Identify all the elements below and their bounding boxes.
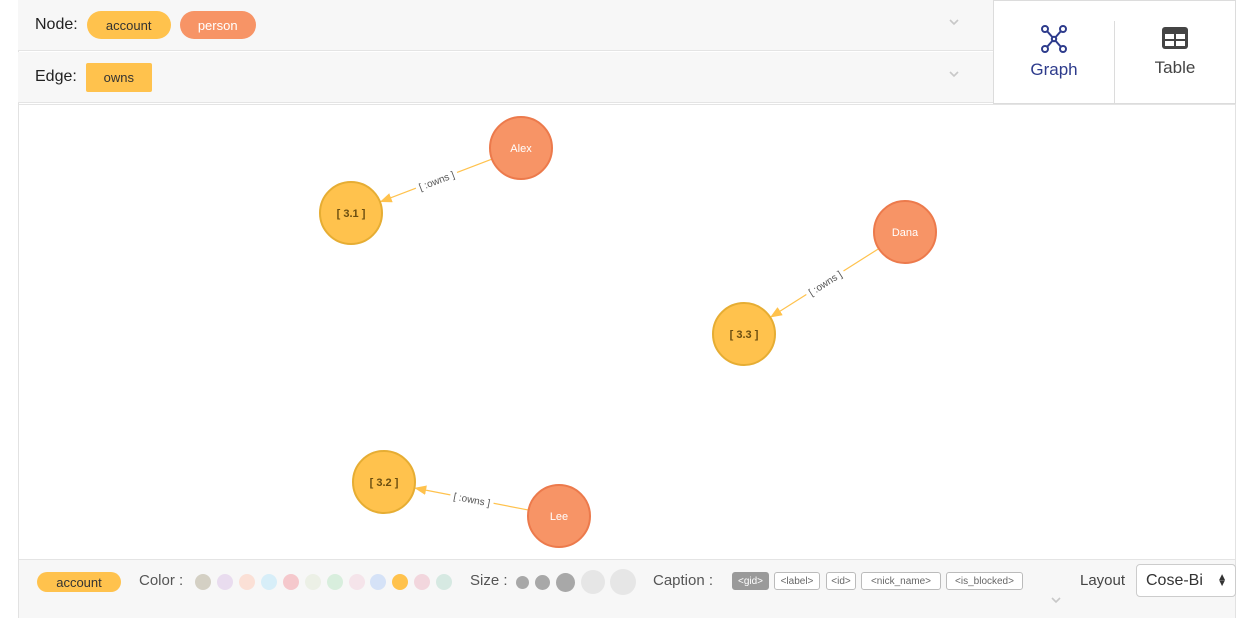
view-switch: Graph Table: [993, 0, 1236, 104]
layout-label: Layout: [1080, 572, 1126, 589]
caption-label: Caption :: [653, 572, 714, 589]
table-view-button[interactable]: Table: [1114, 21, 1235, 103]
color-swatch-10[interactable]: [392, 574, 408, 590]
size-label: Size :: [470, 572, 508, 589]
graph-view-button[interactable]: Graph: [994, 1, 1114, 103]
graph-node-label: [ 3.3 ]: [730, 329, 759, 341]
style-panel: account Color : Size : Caption : <gid> <…: [19, 559, 1236, 618]
color-label: Color :: [139, 572, 184, 589]
size-option-4[interactable]: [581, 570, 605, 594]
graph-svg: [ :owns ][ :owns ][ :owns ] AlexDanaLee[…: [319, 116, 937, 548]
color-swatch-11[interactable]: [414, 574, 430, 590]
edge-filter-label: Edge:: [35, 68, 77, 85]
caption-option-is-blocked[interactable]: <is_blocked>: [946, 572, 1023, 590]
table-icon: [1162, 27, 1188, 49]
graph-canvas[interactable]: [ :owns ][ :owns ][ :owns ] Alex Dana Lee[…: [19, 104, 1235, 560]
size-option-5[interactable]: [610, 569, 636, 595]
layout-select-value: Cose-Bi: [1146, 571, 1203, 589]
color-swatch-7[interactable]: [327, 574, 343, 590]
node-chip-account[interactable]: account: [86, 11, 171, 39]
color-swatch-4[interactable]: [261, 574, 277, 590]
color-swatch-3[interactable]: [239, 574, 255, 590]
select-arrows-icon: ▲ ▼: [1217, 572, 1227, 589]
graph-node-label: [ 3.2 ]: [370, 477, 399, 489]
graph-node-label: [ 3.1 ]: [337, 208, 366, 220]
color-swatch-12[interactable]: [436, 574, 452, 590]
node-chip-person[interactable]: person: [179, 11, 256, 39]
color-swatch-9[interactable]: [370, 574, 386, 590]
edge-chip-owns[interactable]: owns: [85, 62, 152, 92]
size-option-2[interactable]: [535, 575, 550, 590]
chevron-down-icon[interactable]: [947, 67, 961, 81]
selected-node-chip[interactable]: account: [37, 572, 121, 592]
chevron-down-icon[interactable]: [1049, 595, 1063, 605]
table-view-label: Table: [1154, 58, 1196, 77]
graph-node-label: Dana: [892, 227, 919, 239]
layout-select[interactable]: Cose-Bi ▲ ▼: [1136, 564, 1236, 597]
caption-option-gid[interactable]: <gid>: [732, 572, 769, 590]
graph-node-label: Alex: [510, 143, 532, 155]
size-option-3[interactable]: [556, 573, 575, 592]
color-swatch-2[interactable]: [217, 574, 233, 590]
caption-option-label[interactable]: <label>: [774, 572, 820, 590]
edge-filter-row: Edge: owns: [18, 52, 993, 103]
edge-label: [ :owns ]: [452, 492, 491, 510]
node-filter-label: Node:: [35, 16, 78, 33]
size-option-1[interactable]: [516, 576, 529, 589]
color-swatch-5[interactable]: [283, 574, 299, 590]
color-swatch-6[interactable]: [305, 574, 321, 590]
graph-icon: [1041, 25, 1067, 53]
color-swatch-1[interactable]: [195, 574, 211, 590]
graph-node-label: Lee: [550, 511, 568, 523]
node-filter-row: Node: account person: [18, 0, 993, 51]
chevron-down-icon[interactable]: [947, 15, 961, 29]
color-swatch-8[interactable]: [349, 574, 365, 590]
graph-view-label: Graph: [1030, 60, 1078, 79]
caption-option-nick-name[interactable]: <nick_name>: [861, 572, 941, 590]
caption-option-id[interactable]: <id>: [826, 572, 856, 590]
